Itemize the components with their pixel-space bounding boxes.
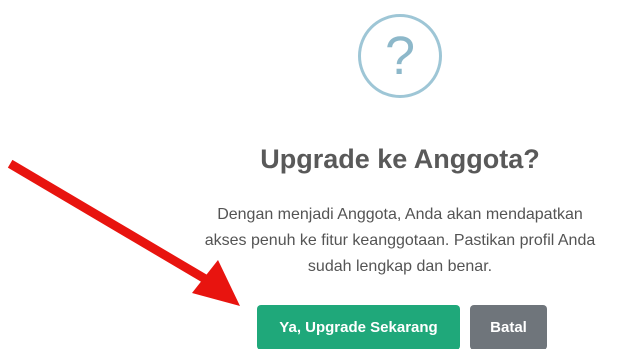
cancel-button[interactable]: Batal bbox=[470, 305, 547, 349]
upgrade-dialog: ? Upgrade ke Anggota? Dengan menjadi Ang… bbox=[0, 0, 632, 349]
dialog-title: Upgrade ke Anggota? bbox=[260, 144, 540, 174]
question-mark-glyph: ? bbox=[384, 26, 416, 86]
message-line-3: sudah lengkap dan benar. bbox=[307, 258, 493, 275]
message-line-1: Dengan menjadi Anggota, Anda akan mendap… bbox=[217, 206, 583, 223]
question-mark-icon: ? bbox=[358, 14, 442, 98]
confirm-upgrade-button[interactable]: Ya, Upgrade Sekarang bbox=[257, 305, 460, 349]
message-line-2: akses penuh ke fitur keanggotaan. Pastik… bbox=[204, 232, 596, 249]
dialog-message: Dengan menjadi Anggota, Anda akan mendap… bbox=[160, 202, 632, 280]
